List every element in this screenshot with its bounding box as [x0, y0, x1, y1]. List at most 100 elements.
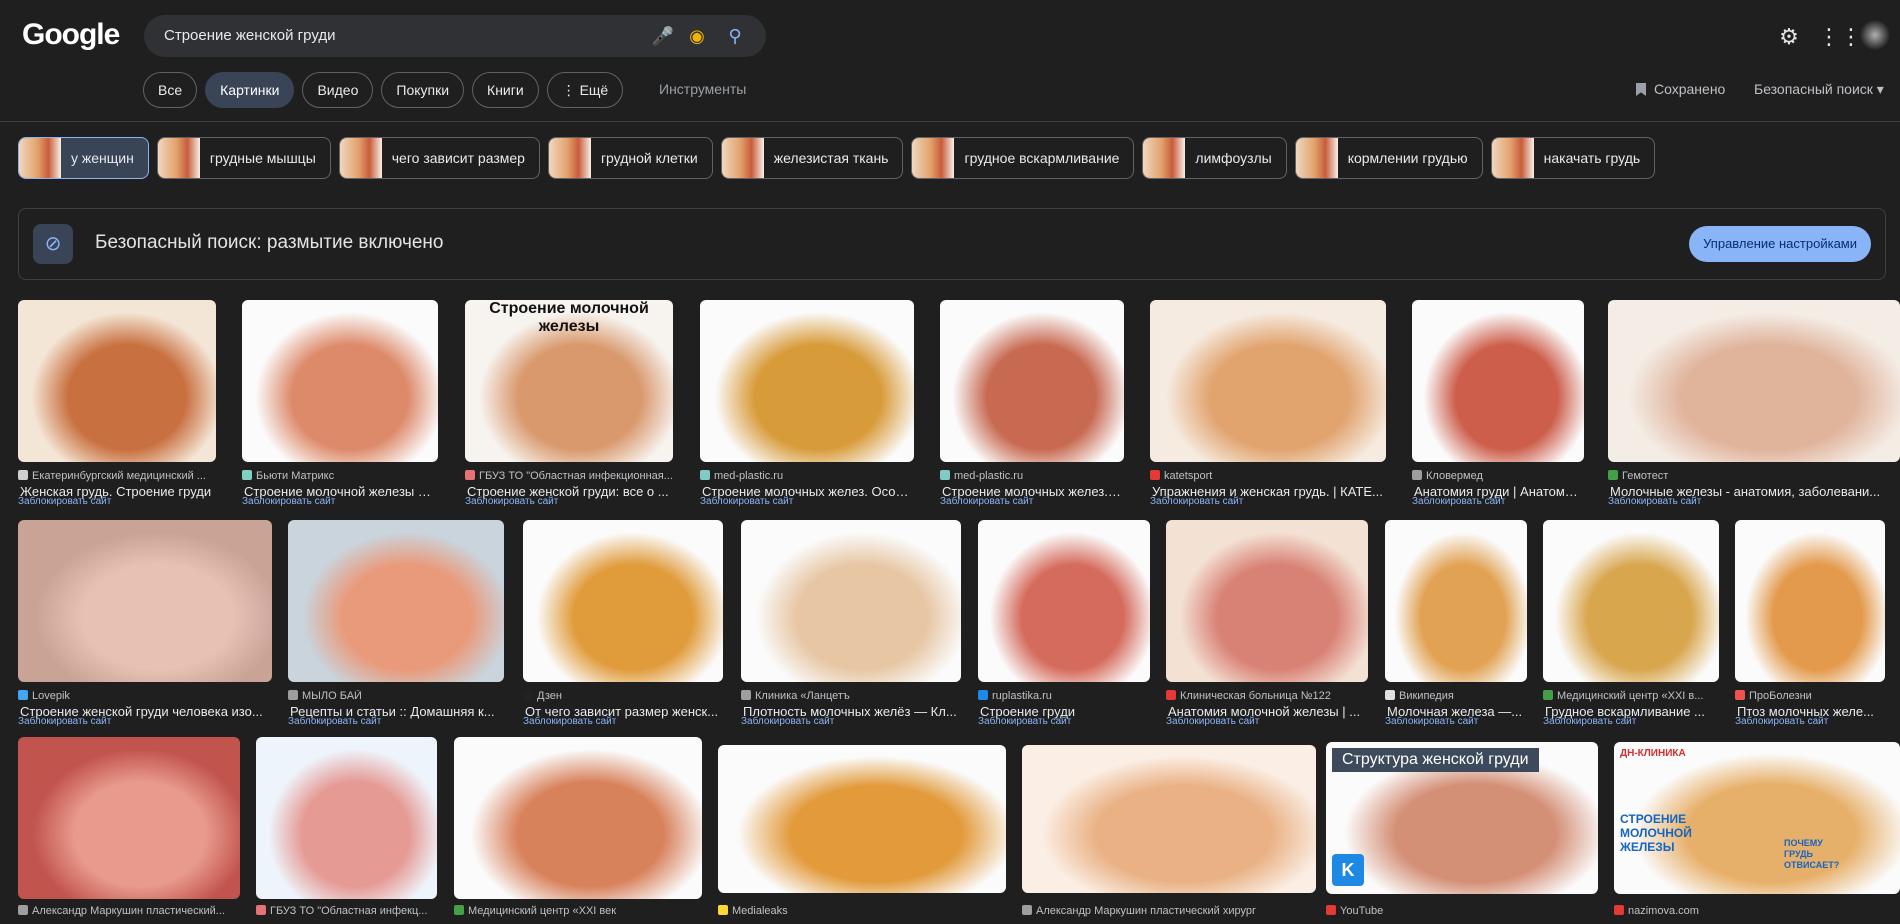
result-source[interactable]: katetsport	[1150, 470, 1386, 482]
result-thumbnail[interactable]	[18, 520, 272, 682]
result-source[interactable]: ГБУЗ ТО "Областная инфекционная...	[465, 470, 673, 482]
result-thumbnail[interactable]	[18, 737, 240, 899]
source-name: Клиника «Ланцетъ	[755, 690, 850, 702]
result-source[interactable]: ruplastika.ru	[978, 690, 1150, 702]
block-site-link[interactable]: Заблокировать сайт	[242, 496, 335, 507]
result-source[interactable]: Екатеринбургский медицинский ...	[18, 470, 216, 482]
site-favicon-icon	[718, 905, 728, 915]
result-thumbnail[interactable]	[718, 745, 1006, 893]
block-site-link[interactable]: Заблокировать сайт	[1150, 496, 1243, 507]
site-favicon-icon	[454, 905, 464, 915]
site-favicon-icon	[288, 690, 298, 700]
site-favicon-icon	[465, 470, 475, 480]
result-source[interactable]: ПроБолезни	[1735, 690, 1885, 702]
result-thumbnail[interactable]	[940, 300, 1124, 462]
result-thumbnail[interactable]	[741, 520, 961, 682]
anatomy-illustration	[256, 737, 437, 899]
result-thumbnail[interactable]: Структура женской груди K	[1326, 742, 1598, 894]
result-thumbnail[interactable]	[1735, 520, 1885, 682]
anatomy-illustration	[1022, 745, 1316, 893]
image-overlay-title: СТРОЕНИЕ МОЛОЧНОЙ ЖЕЛЕЗЫ	[1620, 812, 1692, 854]
block-site-link[interactable]: Заблокировать сайт	[700, 496, 793, 507]
result-thumbnail[interactable]: ДН-КЛИНИКА СТРОЕНИЕ МОЛОЧНОЙ ЖЕЛЕЗЫ ПОЧЕМУ…	[1614, 742, 1900, 894]
block-site-link[interactable]: Заблокировать сайт	[18, 496, 111, 507]
result-thumbnail[interactable]	[1543, 520, 1719, 682]
site-favicon-icon	[940, 470, 950, 480]
result-thumbnail[interactable]	[1608, 300, 1900, 462]
result-thumbnail[interactable]	[1385, 520, 1527, 682]
result-source[interactable]: Александр Маркушин пластический хирург	[1022, 905, 1316, 917]
result-thumbnail[interactable]	[523, 520, 723, 682]
result-source[interactable]: Кловермед	[1412, 470, 1584, 482]
result-source[interactable]: МЫЛО БАЙ	[288, 690, 504, 702]
result-source[interactable]: Lovepik	[18, 690, 272, 702]
result-source[interactable]: med-plastic.ru	[700, 470, 914, 482]
site-favicon-icon	[1412, 470, 1422, 480]
result-source[interactable]: Medialeaks	[718, 905, 1006, 917]
block-site-link[interactable]: Заблокировать сайт	[1608, 496, 1701, 507]
result-source[interactable]: YouTube	[1326, 905, 1598, 917]
site-favicon-icon	[978, 690, 988, 700]
site-favicon-icon	[1614, 905, 1624, 915]
result-thumbnail[interactable]	[978, 520, 1150, 682]
result-thumbnail[interactable]	[700, 300, 914, 462]
anatomy-illustration	[1385, 520, 1527, 682]
site-favicon-icon	[1385, 690, 1395, 700]
block-site-link[interactable]: Заблокировать сайт	[741, 716, 834, 727]
anatomy-illustration	[1543, 520, 1719, 682]
source-name: Википедия	[1399, 690, 1454, 702]
result-thumbnail[interactable]	[242, 300, 438, 462]
anatomy-illustration	[978, 520, 1150, 682]
result-source[interactable]: Клиническая больница №122	[1166, 690, 1368, 702]
source-name: Клиническая больница №122	[1180, 690, 1331, 702]
block-site-link[interactable]: Заблокировать сайт	[978, 716, 1071, 727]
site-favicon-icon	[242, 470, 252, 480]
block-site-link[interactable]: Заблокировать сайт	[1385, 716, 1478, 727]
result-source[interactable]: Медицинский центр «XXI в...	[1543, 690, 1719, 702]
result-thumbnail[interactable]	[288, 520, 504, 682]
result-thumbnail[interactable]	[18, 300, 216, 462]
source-name: Александр Маркушин пластический...	[32, 905, 225, 917]
block-site-link[interactable]: Заблокировать сайт	[1166, 716, 1259, 727]
result-thumbnail[interactable]	[454, 737, 702, 899]
source-name: nazimova.com	[1628, 905, 1699, 917]
source-name: ruplastika.ru	[992, 690, 1052, 702]
block-site-link[interactable]: Заблокировать сайт	[1412, 496, 1505, 507]
source-name: ГБУЗ ТО "Областная инфекционная...	[479, 470, 673, 482]
block-site-link[interactable]: Заблокировать сайт	[18, 716, 111, 727]
anatomy-illustration	[18, 737, 240, 899]
result-source[interactable]: Дзен	[523, 690, 723, 702]
anatomy-illustration	[242, 300, 438, 462]
site-favicon-icon	[1326, 905, 1336, 915]
block-site-link[interactable]: Заблокировать сайт	[523, 716, 616, 727]
source-name: Бьюти Матрикс	[256, 470, 335, 482]
result-thumbnail[interactable]	[1022, 745, 1316, 893]
result-thumbnail[interactable]	[256, 737, 437, 899]
anatomy-illustration	[18, 520, 272, 682]
result-source[interactable]: Бьюти Матрикс	[242, 470, 438, 482]
block-site-link[interactable]: Заблокировать сайт	[1543, 716, 1636, 727]
result-thumbnail[interactable]	[1150, 300, 1386, 462]
result-source[interactable]: Гемотест	[1608, 470, 1900, 482]
result-source[interactable]: Александр Маркушин пластический...	[18, 905, 240, 917]
result-source[interactable]: med-plastic.ru	[940, 470, 1124, 482]
block-site-link[interactable]: Заблокировать сайт	[465, 496, 558, 507]
result-thumbnail[interactable]	[1166, 520, 1368, 682]
result-source[interactable]: Клиника «Ланцетъ	[741, 690, 961, 702]
block-site-link[interactable]: Заблокировать сайт	[940, 496, 1033, 507]
result-thumbnail[interactable]: Строение молочной железы	[465, 300, 673, 462]
site-favicon-icon	[523, 690, 533, 700]
block-site-link[interactable]: Заблокировать сайт	[288, 716, 381, 727]
result-source[interactable]: ГБУЗ ТО "Областная инфекц...	[256, 905, 437, 917]
result-thumbnail[interactable]	[1412, 300, 1584, 462]
result-source[interactable]: Медицинский центр «XXI век	[454, 905, 702, 917]
site-favicon-icon	[1543, 690, 1553, 700]
result-source[interactable]: nazimova.com	[1614, 905, 1900, 917]
result-source[interactable]: Википедия	[1385, 690, 1527, 702]
anatomy-illustration	[1735, 520, 1885, 682]
anatomy-illustration	[288, 520, 504, 682]
anatomy-illustration	[940, 300, 1124, 462]
source-name: Дзен	[537, 690, 562, 702]
block-site-link[interactable]: Заблокировать сайт	[1735, 716, 1828, 727]
source-name: Екатеринбургский медицинский ...	[32, 470, 206, 482]
